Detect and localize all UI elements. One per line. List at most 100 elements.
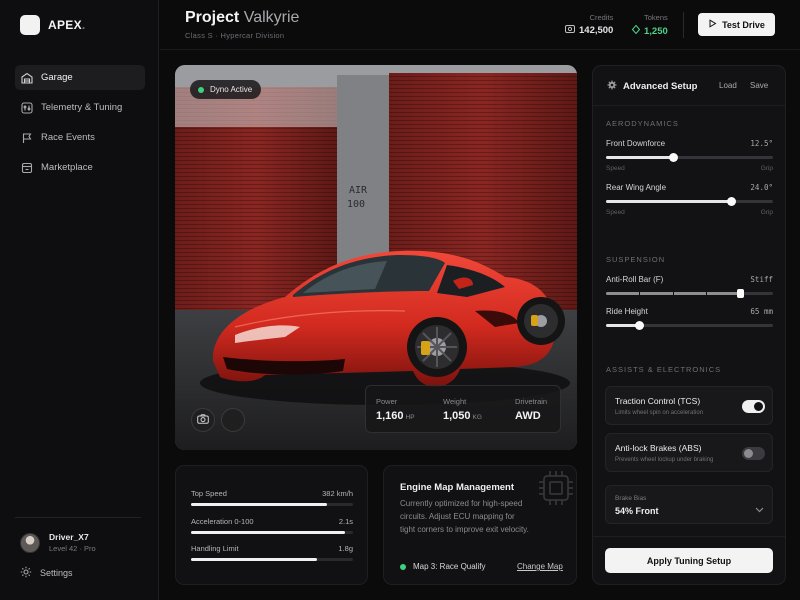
spec-weight-unit: KG <box>472 414 482 421</box>
load-button[interactable]: Load <box>719 81 737 90</box>
slider-value: 24.0° <box>750 183 773 192</box>
abs-toggle-row: Anti-lock Brakes (ABS) Prevents wheel lo… <box>605 433 773 472</box>
sliders-icon <box>20 101 33 114</box>
flag-icon <box>20 131 33 144</box>
metric-bar <box>191 531 353 534</box>
slider-label: Rear Wing Angle <box>606 183 667 192</box>
spec-power-value: 1,160 <box>376 410 404 422</box>
page-title: Project Valkyrie <box>185 9 299 27</box>
slider-value: 65 mm <box>750 307 773 316</box>
user-profile[interactable]: Driver_X7 Level 42 · Pro <box>20 532 96 553</box>
change-map-link[interactable]: Change Map <box>517 562 563 571</box>
slider-thumb[interactable] <box>635 321 645 330</box>
header: Project Valkyrie Class S · Hypercar Divi… <box>160 0 800 50</box>
engine-map-title: Engine Map Management <box>400 482 515 493</box>
credits-label: Credits <box>589 13 614 22</box>
abs-toggle[interactable] <box>742 447 765 460</box>
abs-description: Prevents wheel lockup under braking <box>615 457 714 463</box>
engine-map-card: Engine Map Management Currently optimize… <box>383 465 577 585</box>
panel-title: Advanced Setup <box>607 80 697 93</box>
metric-label: Acceleration 0-100 <box>191 517 254 526</box>
active-map-label: Map 3: Race Qualify <box>413 562 486 571</box>
view-toggle-button[interactable] <box>221 408 245 432</box>
slider-ticks <box>606 292 773 295</box>
spec-power: Power 1,160 HP <box>376 397 415 422</box>
slider-max-label: Grip <box>760 165 773 172</box>
section-aerodynamics: AERODYNAMICS <box>606 119 679 128</box>
apply-tuning-button[interactable]: Apply Tuning Setup <box>605 548 773 573</box>
front-downforce-slider[interactable]: Front Downforce 12.5° Speed Grip <box>606 139 773 172</box>
brand-name: APEX <box>48 18 82 32</box>
tcs-toggle[interactable] <box>742 400 765 413</box>
spec-weight-value: 1,050 <box>443 410 471 422</box>
slider-label: Ride Height <box>606 307 648 316</box>
tcs-label: Traction Control (TCS) <box>615 396 701 406</box>
apply-footer: Apply Tuning Setup <box>593 536 785 584</box>
status-dot-icon <box>198 86 204 93</box>
tcs-toggle-row: Traction Control (TCS) Limits wheel spin… <box>605 386 773 425</box>
user-level: Level 42 · Pro <box>49 544 96 553</box>
sidebar-item-race-events[interactable]: Race Events <box>15 125 145 150</box>
toggle-knob <box>754 402 763 411</box>
brake-bias-select[interactable]: Brake Bias 54% Front <box>605 485 773 524</box>
sidebar-item-label: Telemetry & Tuning <box>41 102 123 113</box>
slider-track[interactable] <box>606 289 773 298</box>
camera-button[interactable] <box>191 408 215 432</box>
test-drive-button[interactable]: Test Drive <box>698 13 775 36</box>
test-drive-label: Test Drive <box>722 19 765 30</box>
credits-icon <box>565 25 575 36</box>
brake-bias-label: Brake Bias <box>615 495 647 502</box>
sidebar-item-label: Race Events <box>41 132 95 143</box>
sidebar-item-marketplace[interactable]: Marketplace <box>15 155 145 180</box>
sidebar-item-telemetry[interactable]: Telemetry & Tuning <box>15 95 145 120</box>
title-main: Project <box>185 9 240 26</box>
metric-bar <box>191 503 353 506</box>
metric-fill <box>191 503 328 506</box>
sidebar-item-garage[interactable]: Garage <box>15 65 145 90</box>
wall-text-1: AIR <box>349 185 368 196</box>
credits-value-row: 142,500 <box>565 25 613 36</box>
toggle-knob <box>744 449 753 458</box>
sidebar-nav: Garage Telemetry & Tuning Race Events Ma… <box>15 65 145 185</box>
spec-weight: Weight 1,050 KG <box>443 397 482 422</box>
metric-value: 382 km/h <box>322 489 353 498</box>
spec-power-unit: HP <box>405 414 415 421</box>
slider-min-label: Speed <box>606 209 625 216</box>
spec-drivetrain-value: AWD <box>515 410 541 422</box>
slider-value: 12.5° <box>750 139 773 148</box>
spec-power-label: Power <box>376 397 398 406</box>
slider-thumb[interactable] <box>736 289 744 298</box>
slider-min-label: Speed <box>606 165 625 172</box>
slider-tick <box>639 292 641 295</box>
rear-wing-slider[interactable]: Rear Wing Angle 24.0° Speed Grip <box>606 183 773 216</box>
engine-map-description: Currently optimized for high-speed circu… <box>400 499 529 534</box>
header-divider <box>683 12 684 38</box>
slider-track[interactable] <box>606 321 773 330</box>
chip-icon <box>536 468 576 513</box>
sidebar-item-label: Garage <box>41 72 73 83</box>
settings-link[interactable]: Settings <box>20 566 73 580</box>
ride-height-slider[interactable]: Ride Height 65 mm <box>606 307 773 330</box>
specs-card: Power 1,160 HP Weight 1,050 KG Drivetrain … <box>365 385 561 433</box>
panel-title-label: Advanced Setup <box>623 81 698 92</box>
credits-value: 142,500 <box>579 25 614 36</box>
metric-fill <box>191 558 318 561</box>
chevron-down-icon <box>755 500 764 518</box>
slider-thumb[interactable] <box>668 153 678 162</box>
save-button[interactable]: Save <box>750 81 768 90</box>
active-map-dot-icon <box>400 563 406 570</box>
brand-dot: . <box>81 18 86 32</box>
spec-weight-value-row: 1,050 KG <box>443 410 482 422</box>
slider-track[interactable] <box>606 153 773 162</box>
gear-icon <box>20 566 32 580</box>
slider-tick <box>672 292 674 295</box>
slider-thumb[interactable] <box>727 197 737 206</box>
advanced-setup-panel: Advanced Setup Load Save AERODYNAMICS Fr… <box>592 65 786 585</box>
anti-roll-slider[interactable]: Anti-Roll Bar (F) Stiff <box>606 275 773 298</box>
performance-metrics-card: Top Speed 382 km/h Acceleration 0-100 2.1s… <box>175 465 368 585</box>
brand[interactable]: APEX . <box>20 15 85 35</box>
avatar <box>20 532 40 553</box>
slider-track[interactable] <box>606 197 773 206</box>
token-icon <box>631 24 641 37</box>
tokens-value-row: 1,250 <box>631 24 668 37</box>
